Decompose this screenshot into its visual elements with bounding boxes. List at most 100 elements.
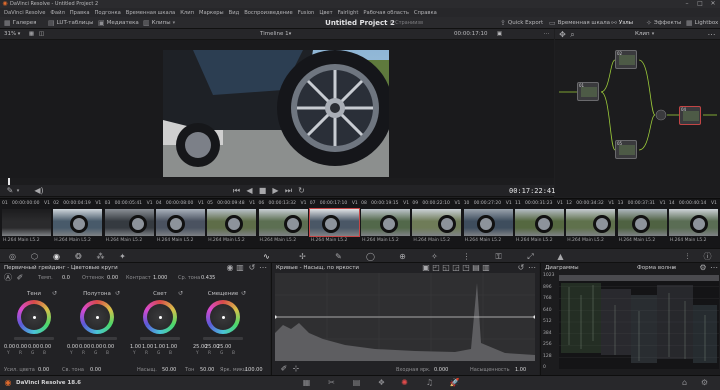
- fusion-page-icon[interactable]: ❖: [377, 378, 386, 387]
- node-04[interactable]: 04: [679, 106, 701, 125]
- stop-icon[interactable]: ■: [258, 187, 267, 195]
- clip-thumbnail[interactable]: 02 00:00:04:19 V1 H.264 Main L5.2: [52, 199, 103, 249]
- menu-item-edit[interactable]: Правка: [70, 10, 90, 16]
- compare-icon[interactable]: ◫: [38, 31, 45, 38]
- rgb-mixer-icon[interactable]: ⁂: [96, 252, 105, 261]
- curve-graph[interactable]: [273, 273, 537, 361]
- node-01[interactable]: 01: [577, 82, 599, 101]
- wheel-value[interactable]: 1.00: [142, 344, 153, 350]
- color-match-icon[interactable]: ⬡: [30, 252, 39, 261]
- key-icon[interactable]: ⚿: [494, 252, 503, 261]
- menu-item-trim[interactable]: Подгонка: [95, 10, 121, 16]
- eyedropper-icon[interactable]: ✐: [16, 274, 24, 282]
- effects-button[interactable]: ✧ Эффекты: [646, 17, 681, 29]
- node-05[interactable]: 05: [615, 140, 637, 159]
- tint-value[interactable]: 0.00: [107, 275, 118, 281]
- lut-button[interactable]: ▤ LUT-таблицы: [48, 17, 93, 29]
- deliver-page-icon[interactable]: 🚀: [450, 378, 460, 387]
- more-icon[interactable]: ⋯: [259, 264, 267, 272]
- clip-thumbnail[interactable]: 09 00:00:22:10 V1 H.264 Main L5.2: [411, 199, 462, 249]
- menu-item-playback[interactable]: Воспроизведение: [244, 10, 293, 16]
- eyedropper-icon[interactable]: ✐: [280, 365, 288, 373]
- wheel-handle[interactable]: [159, 316, 162, 319]
- clip-thumbnail[interactable]: 08 00:00:19:15 V1 H.264 Main L5.2: [360, 199, 411, 249]
- curve-mode-icon[interactable]: ▥: [482, 264, 490, 272]
- clip-thumbnail[interactable]: 03 00:00:05:41 V1 H.264 Main L5.2: [104, 199, 155, 249]
- shadow-value[interactable]: 0.00: [90, 367, 101, 373]
- menu-item-color[interactable]: Цвет: [319, 10, 332, 16]
- maximize-icon[interactable]: □: [695, 0, 705, 8]
- contrast-value[interactable]: 1.000: [153, 275, 167, 281]
- menu-item-view[interactable]: Вид: [229, 10, 240, 16]
- lum-value[interactable]: 100.00: [245, 367, 263, 373]
- wheel-handle[interactable]: [33, 316, 36, 319]
- curve-mode-icon[interactable]: ▣: [422, 264, 430, 272]
- color-wheel[interactable]: [143, 300, 177, 334]
- curve-point-icon[interactable]: ⊹: [292, 365, 300, 373]
- wheel-value[interactable]: 1.00: [166, 344, 177, 350]
- quick-export-button[interactable]: ⇪ Quick Export: [500, 17, 543, 29]
- master-wheel-slider[interactable]: [77, 337, 117, 340]
- menu-item-fusion[interactable]: Fusion: [298, 10, 315, 16]
- wheels-mode-icon[interactable]: ◉: [226, 264, 234, 272]
- color-warper-icon[interactable]: ✢: [298, 252, 307, 261]
- menu-item-file[interactable]: Файл: [50, 10, 64, 16]
- wheel-reset-icon[interactable]: ↺: [240, 290, 247, 297]
- magic-mask-icon[interactable]: ✧: [430, 252, 439, 261]
- color-wheel[interactable]: [206, 300, 240, 334]
- menu-item-timeline[interactable]: Временная шкала: [126, 10, 175, 16]
- reset-icon[interactable]: ↺: [517, 264, 525, 272]
- scrub-bar[interactable]: [0, 178, 554, 185]
- close-icon[interactable]: ✕: [708, 0, 718, 8]
- color-wheel[interactable]: [17, 300, 51, 334]
- menu-item-markers[interactable]: Маркеры: [199, 10, 224, 16]
- curves-icon[interactable]: ∿: [262, 252, 271, 261]
- master-wheel-slider[interactable]: [14, 337, 54, 340]
- chevron-down-icon[interactable]: ▾: [650, 31, 656, 38]
- more-icon[interactable]: ⋯: [528, 264, 536, 272]
- color-page-icon[interactable]: ✺: [400, 378, 409, 387]
- window-icon[interactable]: ◯: [366, 252, 375, 261]
- clip-thumbnail[interactable]: 14 00:00:40:14 V1 H.264 Main L5.2: [668, 199, 719, 249]
- master-wheel-slider[interactable]: [203, 337, 243, 340]
- motion-effects-icon[interactable]: ✦: [118, 252, 127, 261]
- chevron-down-icon[interactable]: ▾: [16, 31, 22, 38]
- node-graph[interactable]: 01 02 05 04: [555, 40, 720, 197]
- master-wheel-slider[interactable]: [140, 337, 180, 340]
- wheel-reset-icon[interactable]: ↺: [51, 290, 58, 297]
- wheel-value[interactable]: 0.00: [79, 344, 90, 350]
- more-icon[interactable]: ⋯: [710, 264, 718, 272]
- camera-raw-icon[interactable]: ◎: [8, 252, 17, 261]
- node-02[interactable]: 02: [615, 50, 637, 69]
- skip-start-icon[interactable]: ⏮: [232, 187, 241, 195]
- menu-item-fairlight[interactable]: Fairlight: [338, 10, 359, 16]
- viewer-frame[interactable]: [163, 50, 389, 177]
- sat-curve-value[interactable]: 1.00: [515, 367, 526, 373]
- curve-mode-icon[interactable]: ◳: [462, 264, 470, 272]
- pen-icon[interactable]: ✎: [6, 187, 14, 195]
- nodes-button[interactable]: ⚯ Узлы: [611, 17, 633, 29]
- more-icon[interactable]: ⋯: [708, 30, 716, 38]
- zoom-level[interactable]: 31%: [4, 29, 16, 40]
- color-wheels-icon[interactable]: ◉: [52, 252, 61, 261]
- sat-value[interactable]: 50.00: [162, 367, 176, 373]
- clip-thumbnail[interactable]: 06 00:00:13:32 V1 H.264 Main L5.2: [258, 199, 309, 249]
- clip-thumbnail[interactable]: 11 00:00:31:23 V1 H.264 Main L5.2: [514, 199, 565, 249]
- clip-thumbnail[interactable]: 05 00:00:09:48 V1 H.264 Main L5.2: [206, 199, 257, 249]
- hand-icon[interactable]: ✥: [559, 30, 566, 38]
- auto-balance-icon[interactable]: Ⓐ: [4, 274, 12, 282]
- clip-thumbnail[interactable]: 01 00:00:00:00 V1 H.264 Main L5.2: [1, 199, 52, 249]
- settings-icon[interactable]: ⚙: [700, 378, 709, 387]
- timeline-name[interactable]: Timeline 1: [260, 29, 289, 40]
- wheel-value[interactable]: 0.00: [91, 344, 102, 350]
- curve-mode-icon[interactable]: ◲: [452, 264, 460, 272]
- wheel-value[interactable]: 0.00: [28, 344, 39, 350]
- tracker-icon[interactable]: ⊕: [398, 252, 407, 261]
- temp-value[interactable]: 0.0: [62, 275, 70, 281]
- chevron-down-icon[interactable]: ▾: [15, 187, 21, 195]
- edit-page-icon[interactable]: ▤: [352, 378, 361, 387]
- chevron-down-icon[interactable]: ▾: [287, 31, 293, 38]
- info-icon[interactable]: ⓘ: [703, 252, 712, 261]
- clip-thumbnail[interactable]: 10 00:00:27:20 V1 H.264 Main L5.2: [463, 199, 514, 249]
- boost-value[interactable]: 0.00: [38, 367, 49, 373]
